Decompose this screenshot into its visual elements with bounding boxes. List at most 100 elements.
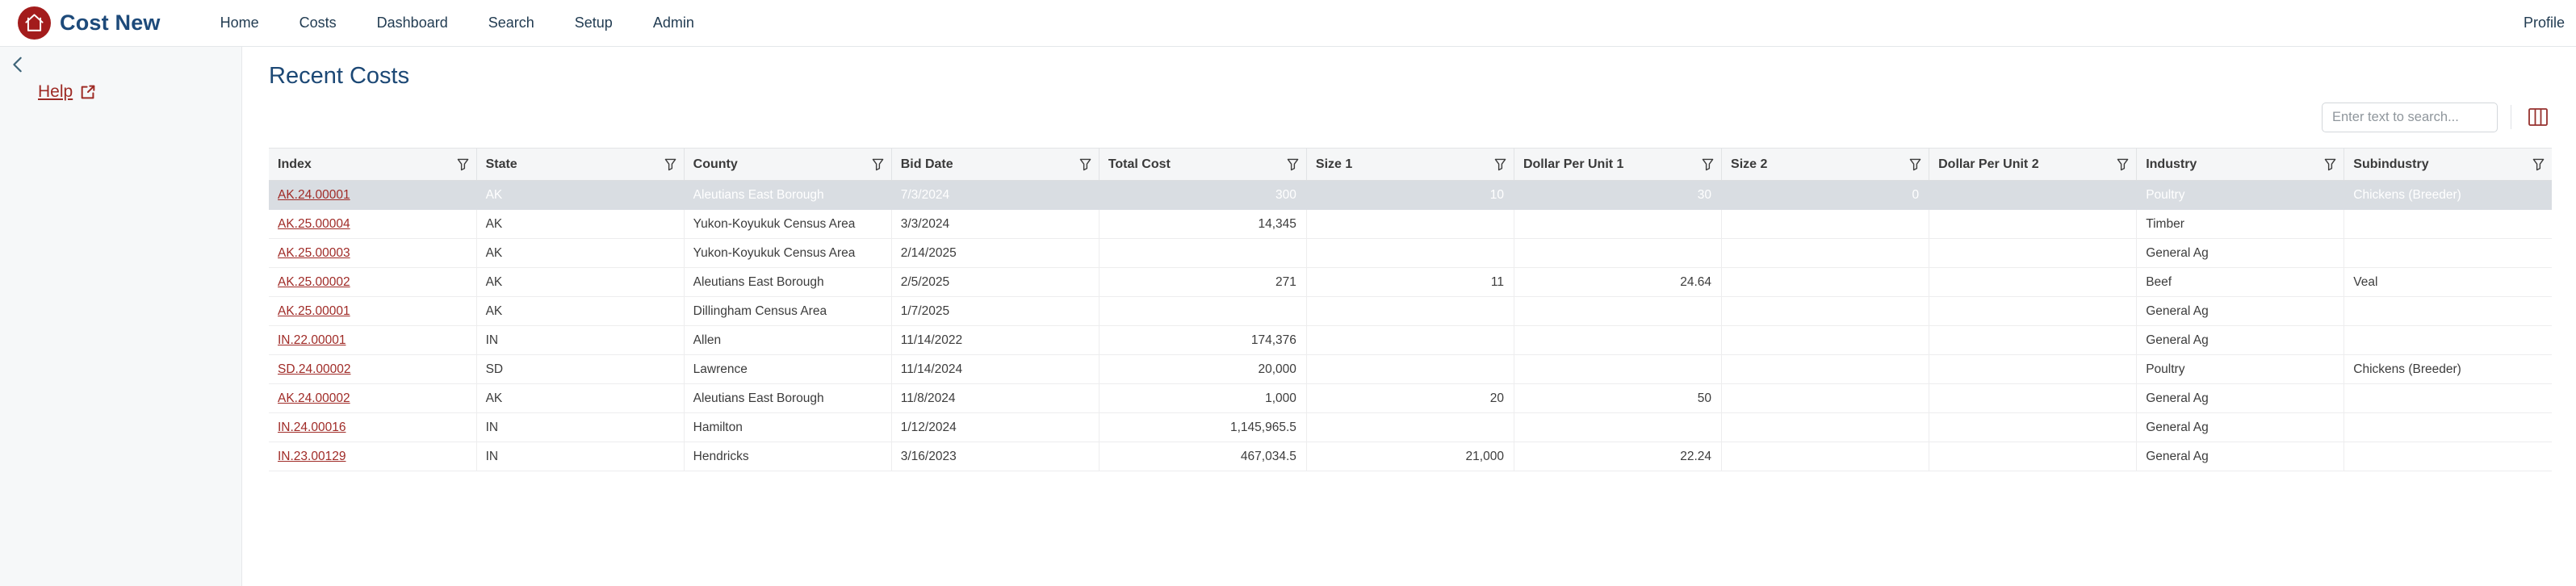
cell-subindustry[interactable] [2344, 326, 2552, 355]
table-row[interactable]: IN.22.00001INAllen11/14/2022174,376Gener… [269, 326, 2552, 355]
nav-item-setup[interactable]: Setup [575, 15, 613, 31]
cell-size2[interactable] [1722, 384, 1929, 413]
cell-state[interactable]: AK [476, 239, 684, 268]
filter-icon[interactable] [1287, 158, 1299, 171]
table-row[interactable]: IN.24.00016INHamilton1/12/20241,145,965.… [269, 413, 2552, 442]
cell-dpu1[interactable]: 22.24 [1514, 442, 1721, 471]
app-logo[interactable] [18, 6, 51, 40]
cell-size2[interactable] [1722, 355, 1929, 384]
cell-subindustry[interactable]: Chickens (Breeder) [2344, 181, 2552, 210]
cell-bid_date[interactable]: 11/8/2024 [891, 384, 1099, 413]
cell-state[interactable]: AK [476, 384, 684, 413]
cell-dpu2[interactable] [1929, 268, 2137, 297]
cell-bid_date[interactable]: 2/14/2025 [891, 239, 1099, 268]
sidebar-collapse-button[interactable] [6, 53, 29, 76]
cell-dpu2[interactable] [1929, 210, 2137, 239]
cell-size1[interactable] [1306, 326, 1514, 355]
filter-icon[interactable] [1079, 158, 1091, 171]
cell-industry[interactable]: Beef [2137, 268, 2344, 297]
cell-dpu1[interactable] [1514, 355, 1721, 384]
cell-industry[interactable]: General Ag [2137, 239, 2344, 268]
index-link[interactable]: SD.24.00002 [278, 362, 351, 376]
cell-dpu1[interactable] [1514, 326, 1721, 355]
index-link[interactable]: AK.25.00004 [278, 217, 350, 231]
cell-county[interactable]: Yukon-Koyukuk Census Area [684, 239, 891, 268]
cell-subindustry[interactable]: Chickens (Breeder) [2344, 355, 2552, 384]
index-link[interactable]: IN.24.00016 [278, 421, 346, 434]
cell-state[interactable]: AK [476, 268, 684, 297]
cell-size1[interactable]: 10 [1306, 181, 1514, 210]
cell-bid_date[interactable]: 11/14/2024 [891, 355, 1099, 384]
cell-size1[interactable] [1306, 239, 1514, 268]
cell-state[interactable]: IN [476, 326, 684, 355]
cell-dpu1[interactable] [1514, 239, 1721, 268]
filter-icon[interactable] [872, 158, 884, 171]
table-row[interactable]: AK.25.00004AKYukon-Koyukuk Census Area3/… [269, 210, 2552, 239]
column-chooser-button[interactable] [2524, 103, 2552, 131]
index-link[interactable]: AK.24.00001 [278, 188, 350, 202]
table-row[interactable]: AK.24.00001AKAleutians East Borough7/3/2… [269, 181, 2552, 210]
cell-bid_date[interactable]: 11/14/2022 [891, 326, 1099, 355]
cell-dpu2[interactable] [1929, 413, 2137, 442]
cell-size2[interactable]: 0 [1722, 181, 1929, 210]
cell-size1[interactable]: 11 [1306, 268, 1514, 297]
cell-state[interactable]: AK [476, 297, 684, 326]
column-header-total_cost[interactable]: Total Cost [1099, 149, 1306, 181]
cell-industry[interactable]: General Ag [2137, 297, 2344, 326]
cell-dpu2[interactable] [1929, 384, 2137, 413]
cell-subindustry[interactable] [2344, 239, 2552, 268]
cell-dpu2[interactable] [1929, 297, 2137, 326]
filter-icon[interactable] [1909, 158, 1921, 171]
column-header-index[interactable]: Index [269, 149, 476, 181]
cell-dpu2[interactable] [1929, 355, 2137, 384]
column-header-size2[interactable]: Size 2 [1722, 149, 1929, 181]
profile-link[interactable]: Profile [2524, 15, 2565, 31]
nav-item-dashboard[interactable]: Dashboard [377, 15, 448, 31]
index-link[interactable]: AK.25.00001 [278, 304, 350, 318]
cell-size2[interactable] [1722, 442, 1929, 471]
column-header-bid_date[interactable]: Bid Date [891, 149, 1099, 181]
cell-industry[interactable]: Timber [2137, 210, 2344, 239]
cell-county[interactable]: Dillingham Census Area [684, 297, 891, 326]
column-header-industry[interactable]: Industry [2137, 149, 2344, 181]
table-row[interactable]: SD.24.00002SDLawrence11/14/202420,000Pou… [269, 355, 2552, 384]
column-header-dpu2[interactable]: Dollar Per Unit 2 [1929, 149, 2137, 181]
cell-bid_date[interactable]: 3/3/2024 [891, 210, 1099, 239]
cell-total_cost[interactable]: 174,376 [1099, 326, 1306, 355]
column-header-state[interactable]: State [476, 149, 684, 181]
cell-size2[interactable] [1722, 210, 1929, 239]
cell-size1[interactable] [1306, 297, 1514, 326]
cell-dpu2[interactable] [1929, 442, 2137, 471]
cell-size1[interactable] [1306, 413, 1514, 442]
column-header-dpu1[interactable]: Dollar Per Unit 1 [1514, 149, 1721, 181]
cell-industry[interactable]: General Ag [2137, 442, 2344, 471]
index-link[interactable]: AK.24.00002 [278, 391, 350, 405]
cell-total_cost[interactable]: 14,345 [1099, 210, 1306, 239]
cell-industry[interactable]: General Ag [2137, 384, 2344, 413]
cell-industry[interactable]: General Ag [2137, 413, 2344, 442]
cell-bid_date[interactable]: 7/3/2024 [891, 181, 1099, 210]
cell-total_cost[interactable]: 300 [1099, 181, 1306, 210]
filter-icon[interactable] [1702, 158, 1714, 171]
nav-item-admin[interactable]: Admin [653, 15, 694, 31]
cell-state[interactable]: IN [476, 442, 684, 471]
filter-icon[interactable] [457, 158, 469, 171]
cell-total_cost[interactable]: 271 [1099, 268, 1306, 297]
cell-size2[interactable] [1722, 268, 1929, 297]
table-row[interactable]: AK.25.00003AKYukon-Koyukuk Census Area2/… [269, 239, 2552, 268]
cell-total_cost[interactable] [1099, 297, 1306, 326]
search-input[interactable] [2322, 103, 2498, 132]
help-link[interactable]: Help [38, 82, 97, 102]
cell-dpu2[interactable] [1929, 181, 2137, 210]
column-header-subindustry[interactable]: Subindustry [2344, 149, 2552, 181]
cell-county[interactable]: Yukon-Koyukuk Census Area [684, 210, 891, 239]
cell-subindustry[interactable] [2344, 384, 2552, 413]
cell-subindustry[interactable]: Veal [2344, 268, 2552, 297]
table-row[interactable]: AK.25.00002AKAleutians East Borough2/5/2… [269, 268, 2552, 297]
cell-state[interactable]: AK [476, 181, 684, 210]
nav-item-home[interactable]: Home [220, 15, 259, 31]
cell-size2[interactable] [1722, 297, 1929, 326]
index-link[interactable]: IN.23.00129 [278, 450, 346, 463]
index-link[interactable]: IN.22.00001 [278, 333, 346, 347]
nav-item-costs[interactable]: Costs [299, 15, 337, 31]
